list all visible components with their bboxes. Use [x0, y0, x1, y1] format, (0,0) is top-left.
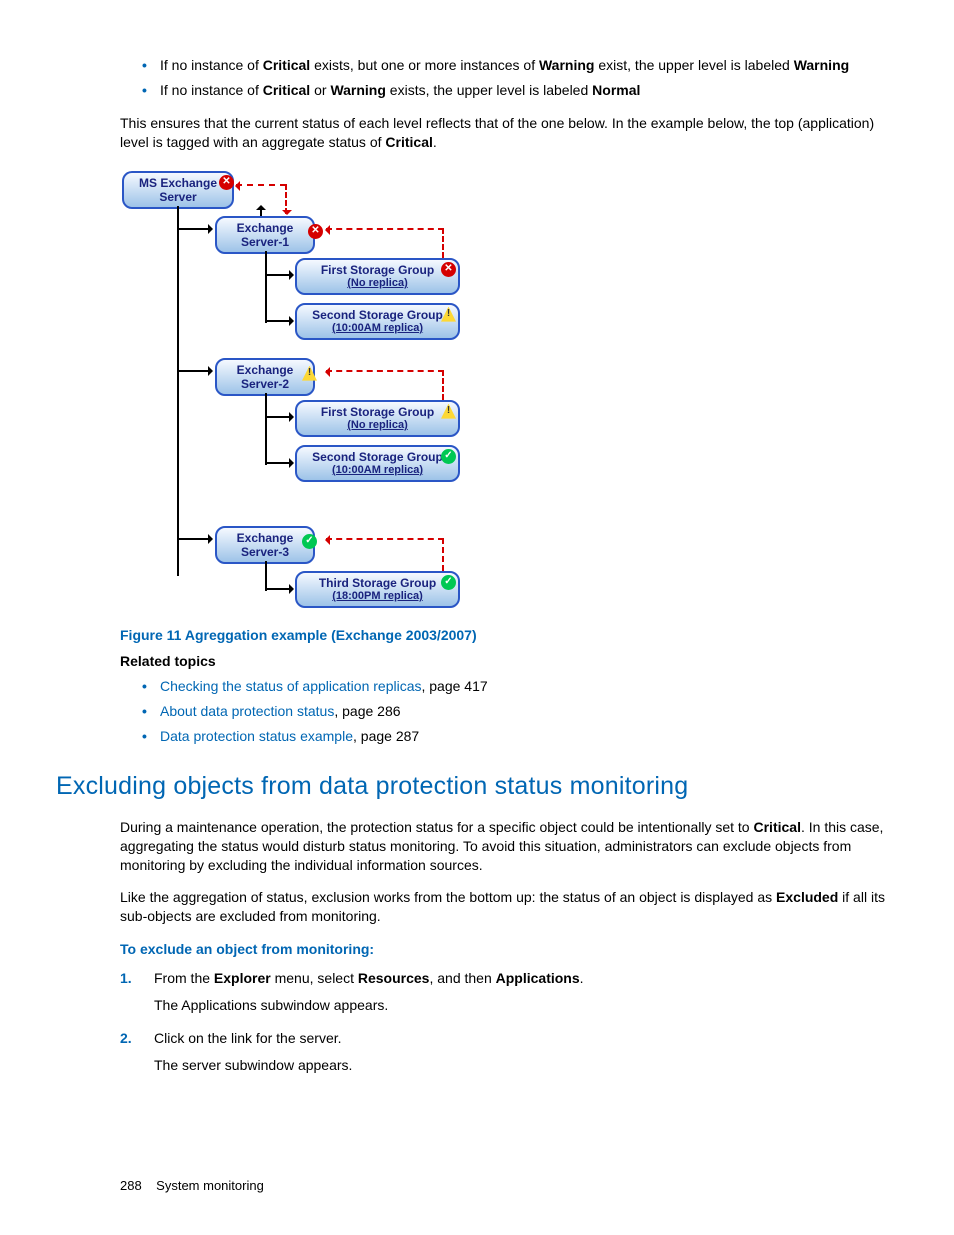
connector [265, 416, 293, 418]
connector [265, 251, 267, 323]
aggregation-diagram: MS ExchangeServer ✕ ExchangeServer-1 ✕ F… [120, 166, 470, 616]
related-link[interactable]: Checking the status of application repli… [160, 678, 421, 694]
status-ok-icon: ✓ [302, 534, 317, 549]
related-topic-item: Data protection status example, page 287 [142, 727, 898, 746]
related-topics-heading: Related topics [120, 652, 898, 671]
connector [265, 462, 293, 464]
aggregation-arrow [285, 184, 287, 214]
aggregation-arrow [442, 228, 444, 258]
related-link[interactable]: Data protection status example [160, 728, 353, 744]
page-footer: 288 System monitoring [120, 1177, 264, 1195]
procedure-heading: To exclude an object from monitoring: [120, 940, 898, 959]
connector [177, 206, 179, 576]
aggregation-arrow [442, 370, 444, 400]
aggregation-arrow [442, 538, 444, 571]
figure-caption: Figure 11 Agreggation example (Exchange … [120, 626, 898, 645]
related-topics-list: Checking the status of application repli… [120, 677, 898, 746]
aggregation-arrow [326, 228, 444, 230]
node-server-1: ExchangeServer-1 ✕ [215, 216, 315, 255]
step-result: The server subwindow appears. [154, 1056, 898, 1075]
step-item: From the Explorer menu, select Resources… [120, 969, 898, 1015]
node-storage-group: Second Storage Group(10:00AM replica) ! [295, 303, 460, 341]
connector [265, 320, 293, 322]
status-ok-icon: ✓ [441, 575, 456, 590]
connector [265, 561, 267, 591]
status-ok-icon: ✓ [441, 449, 456, 464]
status-critical-icon: ✕ [441, 262, 456, 277]
aggregation-arrow [236, 184, 286, 186]
node-root: MS ExchangeServer ✕ [122, 171, 234, 210]
node-storage-group: Third Storage Group(18:00PM replica) ✓ [295, 571, 460, 609]
connector [265, 274, 293, 276]
procedure-steps: From the Explorer menu, select Resources… [120, 969, 898, 1075]
node-server-3: ExchangeServer-3 ✓ [215, 526, 315, 565]
section-heading: Excluding objects from data protection s… [56, 770, 898, 804]
status-warning-icon: ! [441, 307, 456, 322]
connector [265, 393, 267, 465]
body-paragraph: During a maintenance operation, the prot… [120, 818, 898, 875]
related-link[interactable]: About data protection status [160, 703, 334, 719]
status-warning-icon: ! [441, 404, 456, 419]
node-storage-group: Second Storage Group(10:00AM replica) ✓ [295, 445, 460, 483]
node-server-2: ExchangeServer-2 ! [215, 358, 315, 397]
node-storage-group: First Storage Group(No replica) ✕ [295, 258, 460, 296]
connector [265, 588, 293, 590]
intro-paragraph: This ensures that the current status of … [120, 114, 898, 152]
related-topic-item: About data protection status, page 286 [142, 702, 898, 721]
step-result: The Applications subwindow appears. [154, 996, 898, 1015]
bullet-item: If no instance of Critical or Warning ex… [142, 81, 898, 100]
step-item: Click on the link for the server. The se… [120, 1029, 898, 1075]
connector [177, 538, 212, 540]
bullet-item: If no instance of Critical exists, but o… [142, 56, 898, 75]
status-warning-icon: ! [302, 366, 317, 381]
node-storage-group: First Storage Group(No replica) ! [295, 400, 460, 438]
connector [177, 228, 212, 230]
top-bullets: If no instance of Critical exists, but o… [120, 56, 898, 100]
aggregation-arrow [326, 370, 444, 372]
aggregation-arrow [326, 538, 444, 540]
connector [177, 370, 212, 372]
body-paragraph: Like the aggregation of status, exclusio… [120, 888, 898, 926]
related-topic-item: Checking the status of application repli… [142, 677, 898, 696]
